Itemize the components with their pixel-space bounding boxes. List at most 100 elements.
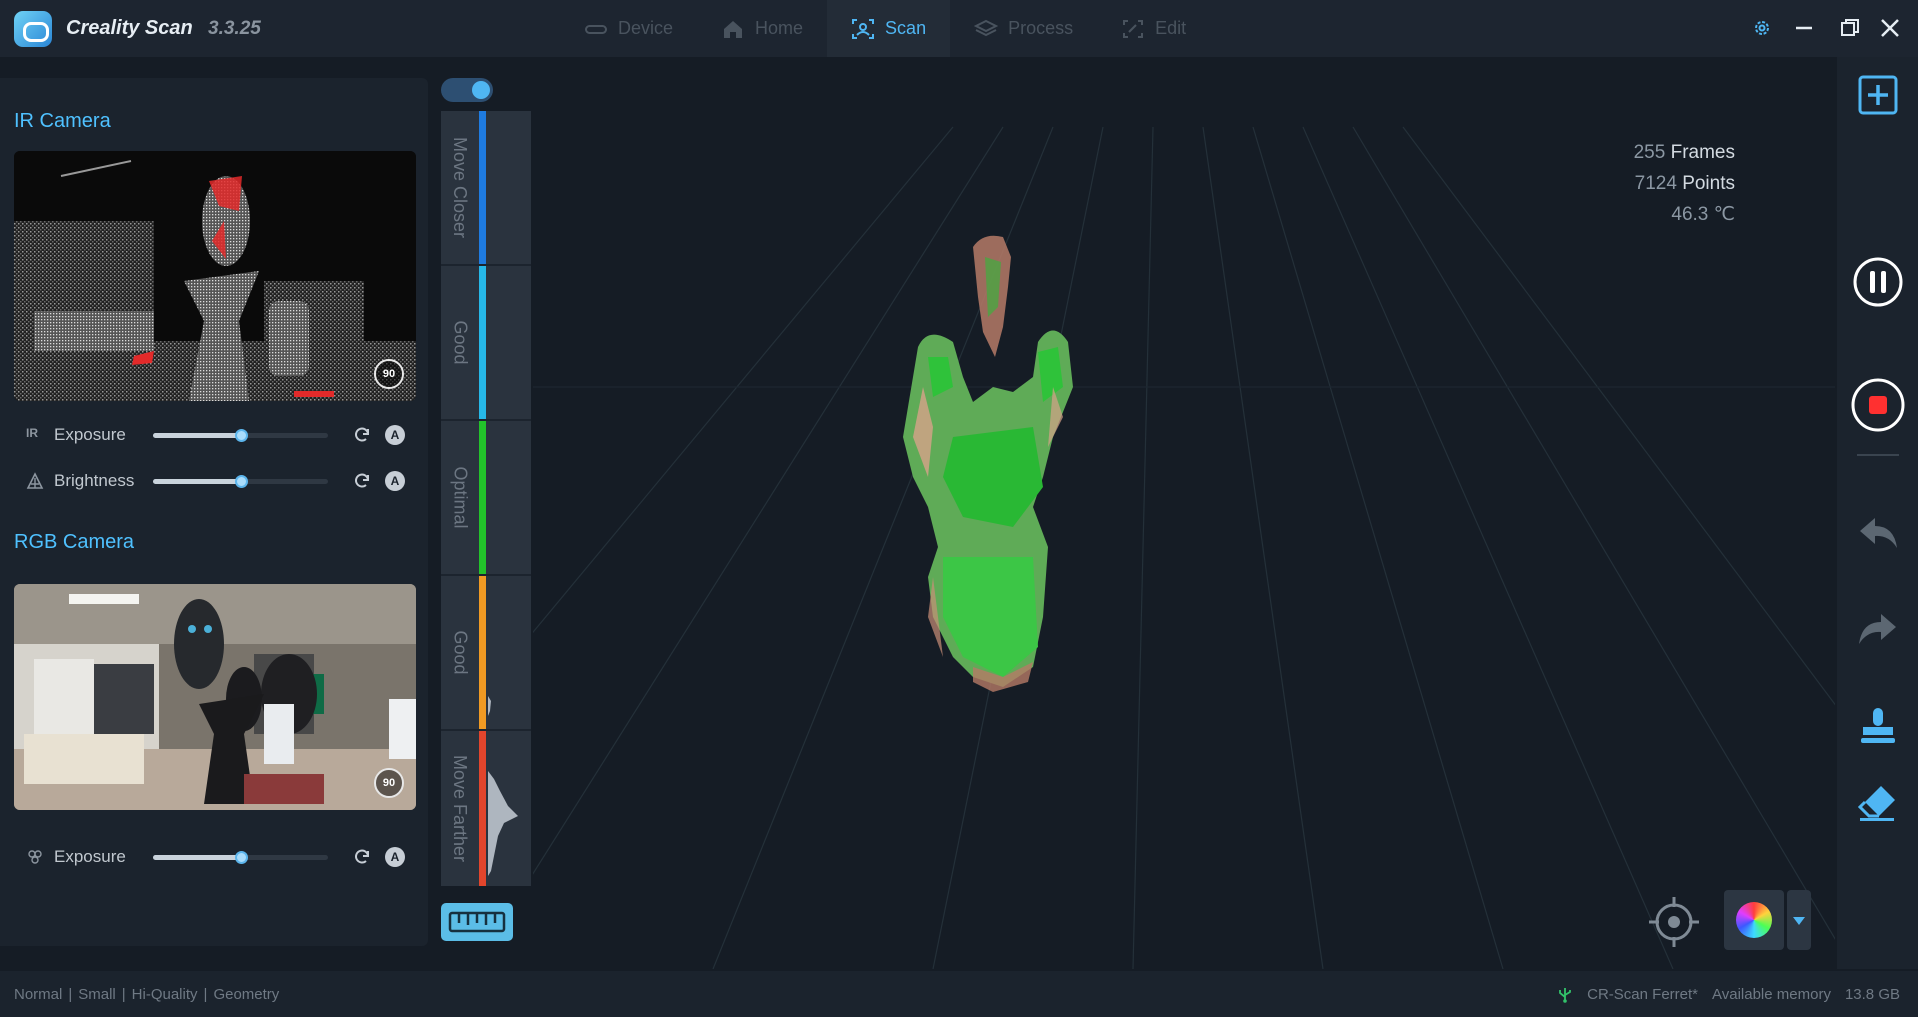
ruler-icon	[448, 911, 506, 933]
reset-icon[interactable]	[352, 847, 372, 867]
reset-icon[interactable]	[352, 471, 372, 491]
main-nav: Device Home Scan Process Edit	[560, 0, 1210, 57]
rgb-exposure-label: Exposure	[54, 847, 126, 866]
edit-icon	[1123, 19, 1144, 38]
device-icon	[585, 24, 607, 34]
points-value: 7124	[1634, 173, 1677, 194]
new-scan-button[interactable]	[1857, 74, 1899, 116]
ir-camera-title: IR Camera	[14, 110, 111, 132]
tab-process[interactable]: Process	[950, 0, 1097, 57]
rgb-rotate-button[interactable]: 90	[374, 768, 404, 798]
locate-button[interactable]	[1645, 895, 1703, 949]
mode-normal: Normal	[14, 986, 63, 1003]
status-bar: Normal | Small | Hi-Quality | Geometry CR-Scan…	[0, 971, 1918, 1017]
frames-label: Frames	[1670, 142, 1735, 163]
rgb-exposure-auto-button[interactable]: A	[385, 847, 405, 867]
color-mode-dropdown[interactable]	[1787, 890, 1811, 950]
meter-label: Move Closer	[450, 136, 471, 239]
home-icon	[724, 20, 743, 38]
stop-icon	[1851, 378, 1905, 432]
ir-exposure-row: IR Exposure A	[22, 420, 416, 450]
app-logo	[14, 11, 52, 47]
reset-icon[interactable]	[352, 425, 372, 445]
tab-device-label: Device	[618, 18, 674, 38]
ir-brightness-slider[interactable]	[153, 475, 328, 488]
usb-icon	[1559, 987, 1572, 1003]
temperature-stat: 46.3 ℃	[1671, 204, 1735, 225]
stamp-icon	[1861, 708, 1895, 743]
rgb-camera-title: RGB Camera	[14, 531, 135, 553]
distance-meter: Move Closer Good Optimal Good Move Farth…	[441, 111, 531, 886]
tab-device[interactable]: Device	[560, 0, 697, 57]
points-label: Points	[1682, 173, 1735, 194]
pause-button[interactable]	[1852, 256, 1904, 308]
camera-panel: IR Camera 90 IR Exposure A Brightness A …	[0, 78, 428, 946]
tab-home[interactable]: Home	[697, 0, 827, 57]
depth-histogram	[488, 696, 518, 876]
rgb-icon	[28, 850, 42, 864]
meter-label: Good	[450, 630, 471, 675]
tab-scan-label: Scan	[885, 18, 927, 38]
close-button[interactable]	[1876, 14, 1904, 42]
rgb-exposure-handle[interactable]	[234, 851, 248, 864]
undo-icon	[1860, 518, 1897, 548]
device-status: CR-Scan Ferret* Available memory 13.8 GB	[1557, 986, 1900, 1003]
ir-brightness-label: Brightness	[54, 471, 135, 490]
distance-meter-toggle[interactable]	[441, 78, 493, 102]
ir-camera-image	[14, 151, 416, 401]
texture-color-button[interactable]	[1724, 890, 1784, 950]
rgb-exposure-row: Exposure A	[22, 842, 416, 872]
scan-icon	[852, 18, 875, 39]
color-wheel-icon	[1736, 902, 1772, 938]
scan-viewport[interactable]: 255 Frames 7124 Points 46.3 ℃	[252, 57, 1918, 970]
ir-exposure-slider[interactable]	[153, 429, 328, 442]
scan-stats: 255 Frames 7124 Points 46.3 ℃	[1634, 137, 1735, 230]
points-stat: 7124 Points	[1634, 168, 1735, 199]
undo-button[interactable]	[1857, 512, 1899, 554]
ir-brightness-row: Brightness A	[22, 466, 416, 496]
meter-label: Good	[450, 320, 471, 365]
ir-exposure-icon: IR	[26, 426, 38, 440]
ir-brightness-auto-button[interactable]: A	[385, 471, 405, 491]
redo-button[interactable]	[1857, 608, 1899, 650]
toolbar-divider	[1857, 454, 1899, 456]
brightness-icon	[26, 472, 44, 489]
crosshair-icon	[1649, 897, 1699, 947]
tab-scan[interactable]: Scan	[827, 0, 951, 57]
settings-button[interactable]	[1748, 14, 1776, 42]
scan-mode-summary: Normal | Small | Hi-Quality | Geometry	[14, 986, 280, 1003]
layers-icon	[974, 19, 999, 36]
eraser-tool-button[interactable]	[1857, 782, 1899, 824]
restore-button[interactable]	[1836, 14, 1864, 42]
title-bar: Creality Scan 3.3.25 Device Home Scan Pr…	[0, 0, 1918, 57]
rgb-camera-image	[14, 584, 416, 810]
mode-small: Small	[78, 986, 116, 1003]
meter-label: Move Farther	[450, 754, 471, 863]
ir-exposure-handle[interactable]	[234, 429, 248, 442]
ir-exposure-auto-button[interactable]: A	[385, 425, 405, 445]
minimize-button[interactable]	[1790, 14, 1818, 42]
memory-label: Available memory	[1712, 986, 1831, 1003]
ir-rotate-button[interactable]: 90	[374, 359, 404, 389]
ruler-button[interactable]	[441, 903, 513, 941]
mode-geometry: Geometry	[213, 986, 280, 1003]
tab-edit-label: Edit	[1155, 18, 1187, 38]
scan-toolbar	[1837, 57, 1918, 969]
minimize-icon	[1796, 26, 1812, 30]
memory-value: 13.8 GB	[1844, 986, 1900, 1003]
tab-home-label: Home	[755, 18, 804, 38]
stop-button[interactable]	[1850, 377, 1906, 433]
eraser-icon	[1857, 786, 1895, 821]
ir-brightness-handle[interactable]	[234, 475, 248, 488]
rgb-exposure-slider[interactable]	[153, 851, 328, 864]
rgb-camera-preview: 90	[14, 584, 416, 810]
marker-tool-button[interactable]	[1857, 705, 1899, 747]
ir-exposure-label: Exposure	[54, 425, 126, 444]
restore-icon	[1841, 19, 1859, 36]
close-icon	[1881, 19, 1899, 37]
frames-stat: 255 Frames	[1634, 137, 1735, 168]
point-cloud-model	[903, 235, 1073, 692]
tab-edit[interactable]: Edit	[1097, 0, 1210, 57]
device-name: CR-Scan Ferret*	[1587, 986, 1698, 1003]
app-title: Creality Scan	[66, 17, 193, 39]
